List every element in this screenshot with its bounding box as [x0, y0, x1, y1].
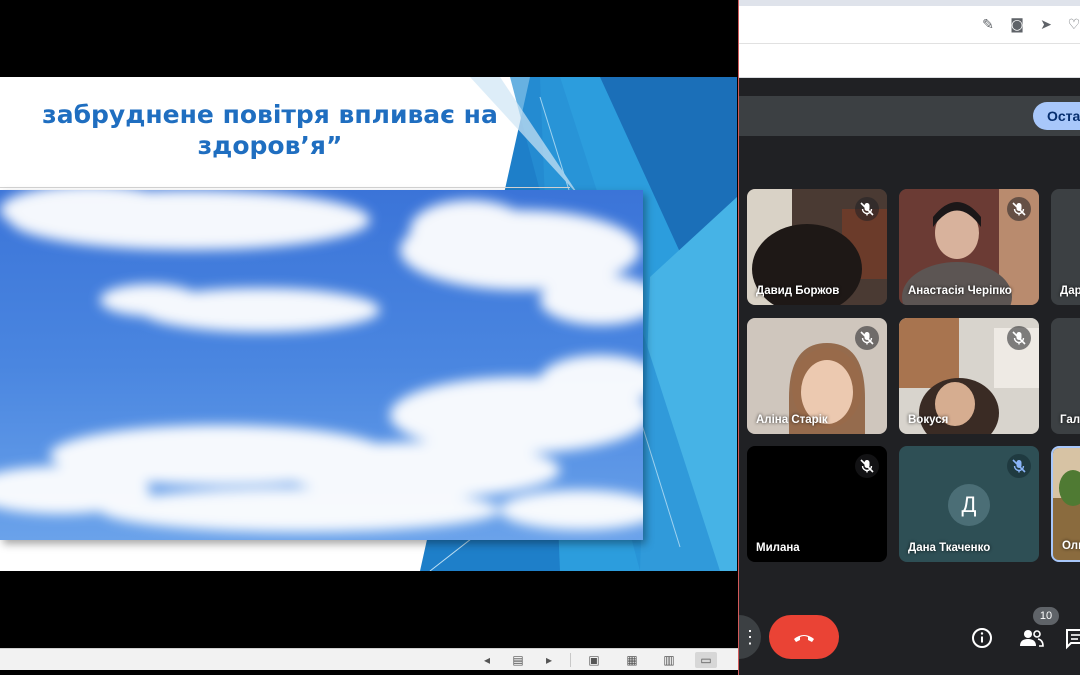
participant-tile[interactable]: Вокуся [899, 318, 1039, 434]
slideshow-icon[interactable]: ▭ [695, 652, 717, 668]
participant-name: Галі [1060, 414, 1080, 426]
more-options-button[interactable]: ⋮ [739, 615, 761, 659]
participant-name: Давид Боржов [756, 285, 840, 297]
heart-icon[interactable]: ♡ [1065, 16, 1080, 34]
slide-title-line-2: здоров’я” [197, 131, 343, 160]
participant-name: Аліна Старік [756, 414, 828, 426]
meet-top-bar: Оста [739, 96, 1080, 136]
hang-up-icon [794, 635, 814, 642]
notes-icon[interactable]: ▤ [510, 652, 526, 668]
avatar: Д [948, 484, 990, 526]
sky-photo [0, 190, 643, 540]
participant-name: Дана Ткаченко [908, 542, 991, 554]
edit-icon[interactable]: ✎ [979, 16, 997, 34]
mic-off-icon [1007, 326, 1031, 350]
participant-tile[interactable]: Давид Боржов [747, 189, 887, 305]
slide-title-line-1: забруднене повітря впливає на [42, 100, 498, 129]
mic-off-icon [1007, 454, 1031, 478]
browser-window: ✎ ◙ ➤ ♡ Оста Давид Боржов Анастасія Чері… [738, 0, 1080, 675]
people-icon[interactable] [1017, 625, 1045, 651]
mic-off-icon [855, 326, 879, 350]
info-icon[interactable] [969, 625, 995, 651]
mic-off-icon [1007, 197, 1031, 221]
slide-sorter-icon[interactable]: ▦ [624, 652, 640, 668]
normal-view-icon[interactable]: ▣ [586, 652, 602, 668]
prev-slide-icon[interactable]: ◂ [479, 652, 495, 668]
participant-tile[interactable]: Д Дана Ткаченко [899, 446, 1039, 562]
participant-tile[interactable]: Дар [1051, 189, 1080, 305]
bookmarks-bar [739, 44, 1080, 78]
participant-tile[interactable]: Аліна Старік [747, 318, 887, 434]
desktop: забруднене повітря впливає на здоров’я” [0, 0, 1080, 675]
participant-tile[interactable]: Анастасія Черіпко [899, 189, 1039, 305]
leave-call-button[interactable] [769, 615, 839, 659]
call-controls: ⋮ 10 [739, 605, 1080, 675]
toolbar-divider [570, 653, 571, 667]
slide-title: забруднене повітря впливає на здоров’я” [0, 99, 540, 161]
participant-name: Милана [756, 542, 800, 554]
viewer-toolbar: ◂ ▤ ▸ ▣ ▦ ▥ ▭ [0, 648, 738, 670]
participant-name: Анастасія Черіпко [908, 285, 1012, 297]
reading-view-icon[interactable]: ▥ [661, 652, 677, 668]
mic-off-icon [855, 197, 879, 221]
mic-off-icon [855, 454, 879, 478]
stop-presenting-button[interactable]: Оста [1033, 102, 1080, 130]
participant-tile[interactable]: Галі [1051, 318, 1080, 434]
presentation-window: забруднене повітря впливає на здоров’я” [0, 0, 738, 675]
participant-tile[interactable]: Милана [747, 446, 887, 562]
slide[interactable]: забруднене повітря впливає на здоров’я” [0, 77, 737, 571]
address-bar: ✎ ◙ ➤ ♡ [739, 6, 1080, 44]
participant-count-badge: 10 [1033, 607, 1059, 625]
participant-name: Вокуся [908, 414, 949, 426]
participant-name: Дар [1060, 285, 1080, 297]
send-icon[interactable]: ➤ [1037, 16, 1055, 34]
camera-icon[interactable]: ◙ [1008, 16, 1026, 34]
participant-tile[interactable]: Оль [1051, 446, 1080, 562]
slide-divider [0, 187, 570, 188]
chat-icon[interactable] [1065, 625, 1080, 651]
participant-name: Оль [1062, 540, 1080, 552]
next-slide-icon[interactable]: ▸ [541, 652, 557, 668]
